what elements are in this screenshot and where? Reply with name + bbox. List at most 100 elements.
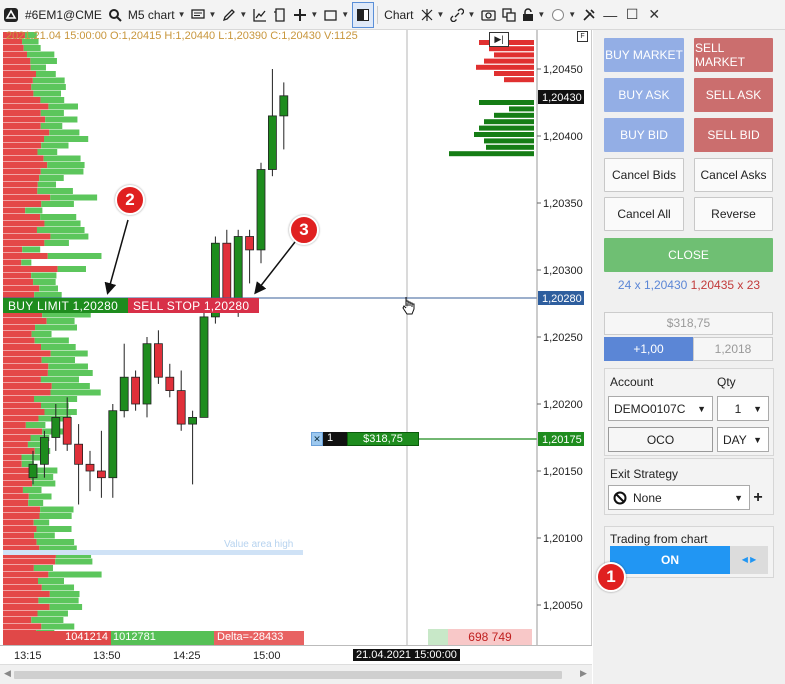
dom-ask-bar [494,71,534,76]
sell-bid-button[interactable]: SELL BID [694,118,773,152]
add-strategy-icon[interactable]: + [749,485,767,510]
chevron-down-icon: ▼ [568,10,577,19]
profile-bar [3,480,33,487]
cancel-bids-button[interactable]: Cancel Bids [604,158,684,192]
crosshair-icon[interactable]: ▼ [290,2,321,28]
profile-bar [3,461,22,467]
account-select[interactable]: DEMO0107C ▼ [608,396,713,421]
sell-market-button[interactable]: SELL MARKET [694,38,773,72]
profile-bar [27,51,55,58]
profile-bar [36,539,75,545]
quote-line: 24 x 1,20430 1,20435 x 23 [593,278,785,292]
profile-bar [31,331,52,337]
pencil-icon[interactable]: ▼ [219,2,250,28]
chevron-down-icon: ▼ [467,10,476,19]
profile-bar [38,578,64,584]
price-tick-label: 1,20100 [543,533,583,545]
scroll-left-icon[interactable]: ◀ [4,668,11,679]
profile-bar [3,519,34,526]
oco-button[interactable]: OCO [608,427,713,452]
search-icon[interactable] [105,2,125,28]
sell-stop-order[interactable]: SELL STOP 1,20280 [128,298,259,313]
candle-body [165,376,175,392]
profile-bar [50,389,101,396]
link-icon[interactable]: ▼ [447,2,478,28]
scroll-right-icon[interactable]: ▶ [580,668,587,679]
volume-profile [3,32,303,649]
timeframe-dropdown[interactable]: M5 chart ▼ [125,2,189,28]
cancel-asks-button[interactable]: Cancel Asks [694,158,773,192]
profile-bar [47,253,102,259]
reverse-button[interactable]: Reverse [694,197,773,231]
copy-icon[interactable] [499,2,519,28]
close-window-icon[interactable]: ✕ [643,4,665,26]
qty-step-button[interactable]: +1,00 [604,337,693,361]
chat-icon[interactable]: ▼ [188,2,219,28]
price-chart[interactable]: 1,20450 1,20400 1,20350 1,20300 1,20250 1,202… [0,30,592,664]
chevron-down-icon: ▼ [537,10,546,19]
circle-icon[interactable]: ▼ [548,2,579,28]
window-icon[interactable]: ▼ [321,2,352,28]
tif-select[interactable]: DAY ▼ [717,427,769,452]
profile-bar [23,45,41,51]
buy-limit-order[interactable]: BUY LIMIT 1,20280 [3,298,128,313]
quote-ask: 1,20435 x 23 [690,278,761,292]
close-position-button[interactable]: CLOSE [604,238,773,272]
cancel-all-button[interactable]: Cancel All [604,197,684,231]
profile-bar [49,591,80,597]
scroll-thumb[interactable] [14,671,562,679]
trading-from-chart-toggle[interactable]: ON [610,546,730,574]
camera-icon[interactable] [478,2,499,28]
dom-panel-icon[interactable] [352,1,375,28]
candle-body [62,416,72,445]
profile-bar [33,565,54,571]
buy-bid-button[interactable]: BUY BID [604,118,684,152]
qty-stepper[interactable]: 1 ▼ [717,396,769,421]
profile-bar [3,610,38,617]
sell-ask-button[interactable]: SELL ASK [694,78,773,112]
price-field[interactable]: 1,2018 [693,337,773,361]
lock-icon[interactable]: ▼ [519,2,548,28]
symbol-label[interactable]: #6EM1@CME [22,2,105,28]
close-icon[interactable]: ✕ [311,432,323,446]
indicators-icon[interactable] [250,2,270,28]
chart-menu[interactable]: Chart [381,2,416,28]
profile-bar [3,337,35,344]
profile-bar [3,506,41,513]
dom-ask-bar [494,52,534,58]
profile-bar [3,97,41,103]
profile-bar [3,344,42,350]
exit-strategy-select[interactable]: None ▼ [608,485,750,510]
fullscreen-icon[interactable]: F [577,31,588,42]
horizontal-scrollbar[interactable]: ◀ ▶ [0,664,592,684]
dom-bid-bar [484,138,534,144]
tools-icon[interactable] [579,2,599,28]
profile-bar [36,71,56,77]
price-tick-label: 1,20150 [543,466,583,478]
chart-area[interactable]: 1,20450 1,20400 1,20350 1,20300 1,20250 1,202… [0,30,592,664]
profile-bar [50,194,98,201]
autoscroll-icon[interactable]: ▶| [489,32,509,47]
profile-bar [3,272,32,279]
buy-ask-button[interactable]: BUY ASK [604,78,684,112]
position-marker[interactable]: ✕ 1 $318,75 [311,432,419,446]
profile-bar [3,584,42,591]
profile-bar [35,324,78,331]
exit-strategy-label: Exit Strategy [610,467,679,481]
profile-bar [41,584,75,591]
profile-bar [3,214,41,220]
chart-header: 2021.21.04 15:00:00 O:1,20415 H:1,20440 … [6,30,358,42]
minimize-icon[interactable]: — [599,4,621,26]
toggle-switch-icon[interactable]: ◀ ▶ [730,546,768,574]
dom-bid-bar [449,151,534,157]
profile-bar [3,279,34,285]
qty-value: 1 [734,401,742,416]
profile-bar [3,578,39,584]
dom-ladder [449,40,534,157]
template-icon[interactable] [270,2,290,28]
maximize-icon[interactable]: ☐ [621,4,643,26]
profile-bar [41,142,69,149]
buy-market-button[interactable]: BUY MARKET [604,38,684,72]
cluster-icon[interactable]: ▼ [417,2,448,28]
price-tick-label: 1,20200 [543,399,583,411]
